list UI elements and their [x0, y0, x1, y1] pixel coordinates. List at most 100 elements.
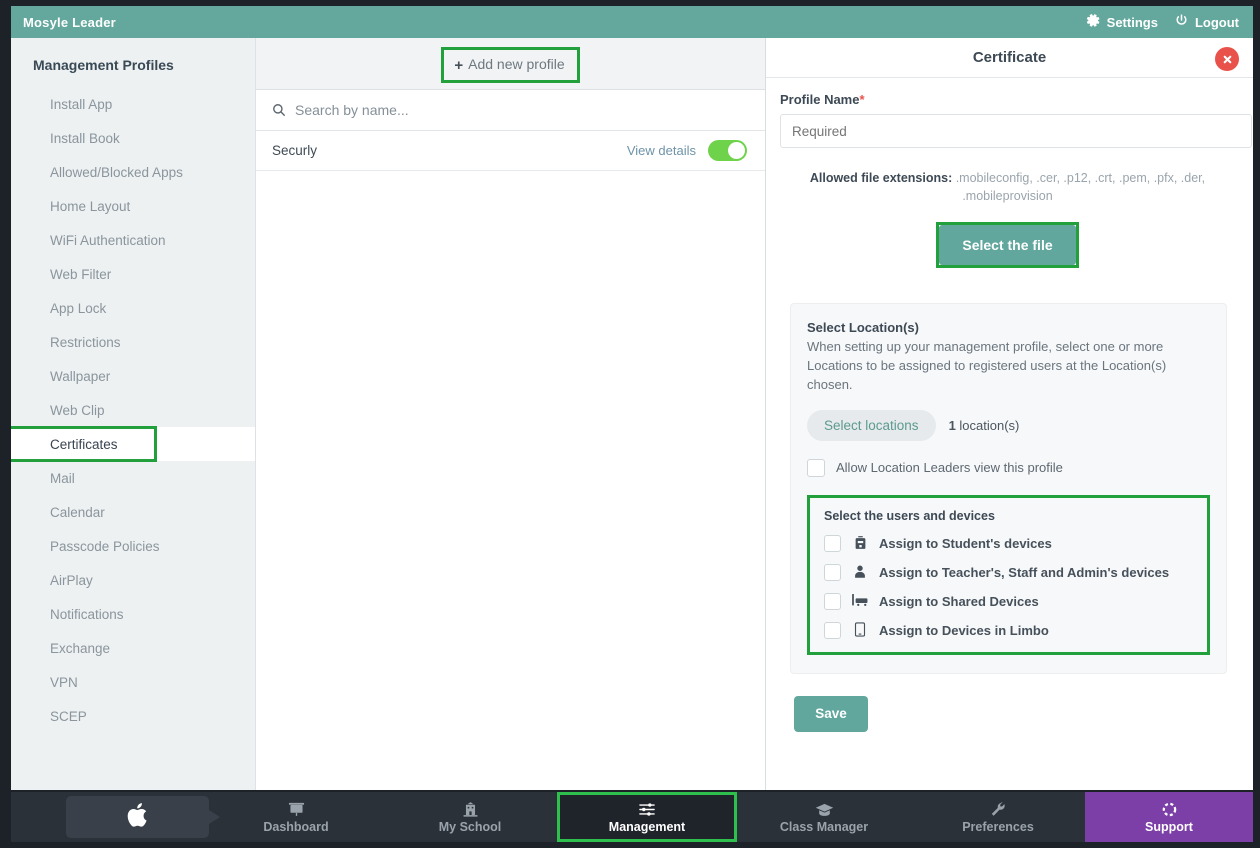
tablet-icon [851, 622, 869, 639]
logout-label: Logout [1194, 14, 1239, 30]
sidebar-item-web-clip[interactable]: Web Clip [11, 393, 255, 427]
presentation-icon [288, 801, 305, 818]
profile-name: Securly [272, 143, 318, 158]
sidebar-item-scep[interactable]: SCEP [11, 699, 255, 733]
users-and-devices-title: Select the users and devices [824, 508, 995, 523]
sidebar-item-clipped[interactable] [11, 733, 255, 745]
select-locations-button[interactable]: Select locations [807, 409, 936, 441]
sidebar-item-calendar[interactable]: Calendar [11, 495, 255, 529]
close-icon [1221, 53, 1234, 66]
lifebuoy-icon [1161, 801, 1178, 818]
assign-option-row[interactable]: Assign to Student's devices [824, 534, 1193, 552]
profile-name-label: Profile Name* [780, 92, 1235, 107]
add-new-profile-label: Add new profile [468, 56, 565, 72]
assign-option-checkbox[interactable] [824, 534, 841, 552]
sidebar-item-restrictions[interactable]: Restrictions [11, 325, 255, 359]
sidebar-item-mail[interactable]: Mail [11, 461, 255, 495]
allow-location-leaders-checkbox[interactable] [807, 458, 825, 477]
search-row[interactable]: Search by name... [256, 90, 765, 131]
sidebar-item-home-layout[interactable]: Home Layout [11, 189, 255, 223]
person-icon [851, 564, 869, 581]
nav-item-dashboard[interactable]: Dashboard [209, 792, 383, 842]
detail-panel-title: Certificate [972, 49, 1047, 66]
settings-button[interactable]: Settings [1086, 13, 1158, 31]
certificate-detail-panel: Certificate Profile Name* Allowed file e… [766, 38, 1253, 790]
detail-panel-header: Certificate [766, 38, 1253, 78]
sidebar-item-web-filter[interactable]: Web Filter [11, 257, 255, 291]
allowed-extensions-note: Allowed file extensions: .mobileconfig, … [798, 169, 1218, 205]
nav-item-label: Dashboard [263, 819, 329, 834]
nav-item-label: Management [608, 819, 686, 834]
search-input[interactable]: Search by name... [295, 102, 409, 118]
main-body: Management Profiles Install App Install B… [11, 38, 1253, 790]
nav-item-label: My School [438, 819, 502, 834]
locations-count: 1 location(s) [949, 418, 1020, 433]
sidebar-item-app-lock[interactable]: App Lock [11, 291, 255, 325]
sidebar-item-list: Install App Install Book Allowed/Blocked A… [11, 87, 255, 745]
sidebar-item-notifications[interactable]: Notifications [11, 597, 255, 631]
assign-option-label: Assign to Teacher's, Staff and Admin's d… [879, 564, 1170, 580]
assign-option-checkbox[interactable] [824, 592, 841, 610]
sidebar: Management Profiles Install App Install B… [11, 38, 256, 790]
power-icon [1174, 13, 1189, 31]
school-icon [462, 801, 479, 818]
sidebar-item-wallpaper[interactable]: Wallpaper [11, 359, 255, 393]
select-file-row: Select the file [780, 222, 1235, 269]
nav-item-management[interactable]: Management [557, 792, 737, 842]
sidebar-item-wifi-authentication[interactable]: WiFi Authentication [11, 223, 255, 257]
sidebar-title: Management Profiles [33, 57, 174, 73]
users-and-devices-box: Select the users and devices Assign to S… [807, 494, 1210, 655]
nav-item-preferences[interactable]: Preferences [911, 792, 1085, 842]
allow-location-leaders-row[interactable]: Allow Location Leaders view this profile [807, 458, 1210, 477]
locations-count-number: 1 [948, 417, 956, 433]
app-root: Mosyle Leader Settings Logout Management… [0, 0, 1260, 848]
profile-name-label-text: Profile Name [780, 92, 860, 107]
users-and-devices-options: Assign to Student's devices Assign to Tea… [824, 534, 1193, 639]
sidebar-item-certificates[interactable]: Certificates [11, 426, 255, 462]
profile-list-panel: + Add new profile Search by name... Secu… [256, 38, 766, 790]
assign-option-label: Assign to Student's devices [879, 535, 1052, 551]
sidebar-item-allowed-blocked-apps[interactable]: Allowed/Blocked Apps [11, 155, 255, 189]
apple-home-button[interactable] [66, 796, 220, 838]
wrench-icon [990, 801, 1006, 818]
locations-count-suffix: location(s) [955, 417, 1020, 433]
sidebar-item-airplay[interactable]: AirPlay [11, 563, 255, 597]
detail-panel-body: Profile Name* Allowed file extensions: .… [766, 78, 1253, 732]
sidebar-item-install-app[interactable]: Install App [11, 87, 255, 121]
profile-enabled-toggle[interactable] [708, 140, 747, 161]
select-file-button[interactable]: Select the file [939, 225, 1076, 266]
nav-item-label: Support [1145, 819, 1193, 834]
save-button[interactable]: Save [794, 695, 868, 732]
sidebar-item-vpn[interactable]: VPN [11, 665, 255, 699]
sliders-icon [638, 801, 656, 818]
backpack-icon [851, 535, 869, 552]
select-locations-card: Select Location(s) When setting up your … [790, 303, 1227, 674]
bottom-nav-items: Dashboard My School Management Class Manage… [209, 792, 1253, 842]
assign-option-checkbox[interactable] [824, 563, 841, 581]
gear-icon [1086, 13, 1101, 31]
nav-item-my-school[interactable]: My School [383, 792, 557, 842]
select-file-highlight: Select the file [936, 222, 1079, 269]
logout-button[interactable]: Logout [1174, 13, 1239, 31]
nav-item-support[interactable]: Support [1085, 792, 1253, 842]
sidebar-item-exchange[interactable]: Exchange [11, 631, 255, 665]
app-brand-title: Mosyle Leader [23, 14, 116, 30]
toggle-knob [728, 142, 745, 159]
assign-option-checkbox[interactable] [824, 621, 841, 639]
allowed-extensions-prefix: Allowed file extensions: [809, 171, 953, 185]
assign-option-label: Assign to Shared Devices [879, 593, 1039, 609]
view-details-link[interactable]: View details [627, 143, 696, 158]
select-locations-description: When setting up your management profile,… [807, 339, 1167, 392]
sidebar-item-install-book[interactable]: Install Book [11, 121, 255, 155]
assign-option-row[interactable]: Assign to Shared Devices [824, 592, 1193, 610]
close-panel-button[interactable] [1215, 47, 1239, 71]
bottom-nav: Dashboard My School Management Class Manage… [11, 792, 1253, 842]
add-new-profile-button[interactable]: + Add new profile [441, 46, 580, 83]
assign-option-row[interactable]: Assign to Devices in Limbo [824, 621, 1193, 639]
profile-row[interactable]: Securly View details [256, 131, 765, 171]
save-row: Save [780, 674, 1235, 732]
assign-option-row[interactable]: Assign to Teacher's, Staff and Admin's d… [824, 563, 1193, 581]
profile-name-input[interactable] [780, 114, 1252, 148]
nav-item-class-manager[interactable]: Class Manager [737, 792, 911, 842]
sidebar-item-passcode-policies[interactable]: Passcode Policies [11, 529, 255, 563]
